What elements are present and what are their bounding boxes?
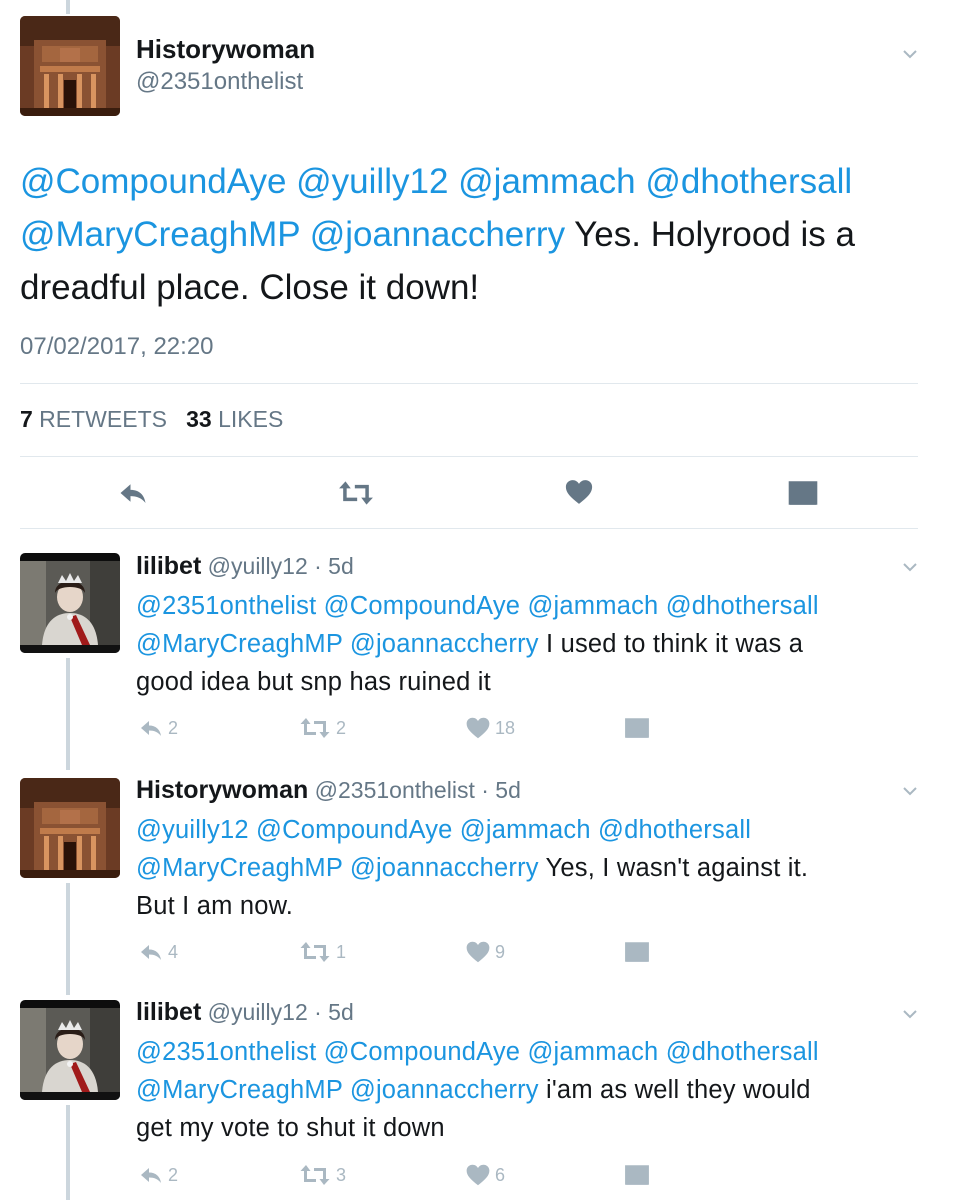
avatar[interactable]	[20, 778, 120, 878]
reply-header: Historywoman @2351onthelist · 5d	[136, 776, 521, 805]
author-handle[interactable]: @2351onthelist	[136, 68, 303, 96]
reply-header: lilibet @yuilly12 · 5d	[136, 552, 354, 581]
tweet-body: Yes. Holyrood is a	[565, 215, 855, 254]
like-count: 18	[495, 717, 516, 738]
heart-icon	[465, 715, 491, 741]
author-meta[interactable]: @yuilly12 · 5d	[201, 553, 354, 579]
retweet-action[interactable]: 1	[298, 940, 346, 964]
reply-count: 2	[168, 1164, 179, 1185]
tweet-mentions[interactable]: @2351onthelist @CompoundAye @jammach @dh…	[136, 1038, 819, 1066]
author-meta[interactable]: @2351onthelist · 5d	[308, 777, 521, 803]
author-name[interactable]: Historywoman	[136, 776, 308, 804]
thread-connector	[66, 883, 70, 995]
heart-icon[interactable]	[564, 477, 594, 507]
chevron-down-icon[interactable]	[902, 559, 918, 575]
heart-icon	[465, 939, 491, 965]
reply-action[interactable]: 4	[138, 940, 178, 964]
tweet-text: @CompoundAye @yuilly12 @jammach @dhother…	[20, 155, 920, 314]
retweet-action[interactable]: 2	[298, 716, 346, 740]
retweet-icon[interactable]	[336, 479, 376, 507]
reply-count: 4	[168, 941, 179, 962]
thread-connector-top	[66, 0, 70, 14]
tweet-body: Yes, I wasn't against it.	[538, 854, 809, 882]
avatar[interactable]	[20, 16, 120, 116]
petra-avatar-image	[20, 778, 120, 878]
tweet-mentions[interactable]: @MaryCreaghMP @joannaccherry	[136, 854, 539, 882]
like-label: LIKES	[211, 406, 284, 432]
like-count: 9	[495, 941, 506, 962]
retweet-count: 7	[20, 406, 33, 432]
retweet-icon	[298, 1163, 332, 1187]
reply-arrow-icon	[138, 716, 164, 740]
author-meta[interactable]: @yuilly12 · 5d	[201, 999, 354, 1025]
tweet-body: get my vote to shut it down	[136, 1114, 445, 1142]
tweet-mentions[interactable]: @MaryCreaghMP @joannaccherry	[20, 215, 565, 254]
thread-connector	[66, 1105, 70, 1200]
like-action[interactable]: 6	[465, 1162, 505, 1188]
tweet-body: good idea but snp has ruined it	[136, 668, 491, 696]
retweet-stat[interactable]: 7 RETWEETS	[20, 406, 167, 432]
retweet-label: RETWEETS	[32, 406, 167, 432]
divider	[20, 456, 918, 457]
divider	[20, 383, 918, 384]
envelope-icon	[624, 1164, 650, 1186]
reply-action[interactable]: 2	[138, 716, 178, 740]
dm-action[interactable]	[624, 1164, 650, 1186]
tweet-mentions[interactable]: @MaryCreaghMP @joannaccherry	[136, 630, 539, 658]
retweet-count: 1	[336, 941, 347, 962]
heart-icon	[465, 1162, 491, 1188]
tweet-body: But I am now.	[136, 892, 294, 920]
reply-arrow-icon[interactable]	[117, 478, 149, 508]
thread-connector	[66, 658, 70, 770]
reply-header: lilibet @yuilly12 · 5d	[136, 998, 354, 1027]
chevron-down-icon[interactable]	[902, 783, 918, 799]
tweet-mentions[interactable]: @yuilly12 @CompoundAye @jammach @dhother…	[136, 816, 751, 844]
queen-avatar-image	[20, 1000, 120, 1100]
envelope-icon[interactable]	[787, 480, 819, 506]
envelope-icon	[624, 941, 650, 963]
retweet-icon	[298, 716, 332, 740]
reply-action[interactable]: 2	[138, 1163, 178, 1187]
tweet-text: @2351onthelist @CompoundAye @jammach @dh…	[136, 587, 926, 701]
retweet-count: 3	[336, 1164, 347, 1185]
like-count: 6	[495, 1164, 506, 1185]
tweet-timestamp: 07/02/2017, 22:20	[20, 333, 214, 360]
queen-avatar-image	[20, 553, 120, 653]
chevron-down-icon[interactable]	[902, 46, 918, 62]
reply-count: 2	[168, 717, 179, 738]
author-name[interactable]: Historywoman	[136, 34, 315, 65]
dm-action[interactable]	[624, 717, 650, 739]
like-stat[interactable]: 33 LIKES	[186, 406, 283, 432]
tweet-text: @yuilly12 @CompoundAye @jammach @dhother…	[136, 811, 926, 925]
avatar[interactable]	[20, 1000, 120, 1100]
author-name[interactable]: lilibet	[136, 552, 201, 580]
reply-arrow-icon	[138, 940, 164, 964]
tweet-body: I used to think it was a	[538, 630, 804, 658]
retweet-count: 2	[336, 717, 347, 738]
retweet-action[interactable]: 3	[298, 1163, 346, 1187]
like-count: 33	[186, 406, 212, 432]
author-name[interactable]: lilibet	[136, 998, 201, 1026]
tweet-stats: 7 RETWEETS 33 LIKES	[20, 406, 283, 433]
tweet-mentions[interactable]: @2351onthelist @CompoundAye @jammach @dh…	[136, 592, 819, 620]
like-action[interactable]: 18	[465, 715, 515, 741]
reply-arrow-icon	[138, 1163, 164, 1187]
tweet-text: @2351onthelist @CompoundAye @jammach @dh…	[136, 1033, 926, 1147]
petra-avatar-image	[20, 16, 120, 116]
tweet-mentions[interactable]: @CompoundAye @yuilly12 @jammach @dhother…	[20, 162, 852, 201]
dm-action[interactable]	[624, 941, 650, 963]
like-action[interactable]: 9	[465, 939, 505, 965]
chevron-down-icon[interactable]	[902, 1006, 918, 1022]
envelope-icon	[624, 717, 650, 739]
retweet-icon	[298, 940, 332, 964]
tweet-body: dreadful place. Close it down!	[20, 268, 480, 307]
tweet-mentions[interactable]: @MaryCreaghMP @joannaccherry	[136, 1076, 539, 1104]
avatar[interactable]	[20, 553, 120, 653]
divider	[20, 528, 918, 529]
tweet-body: i'am as well they would	[538, 1076, 811, 1104]
